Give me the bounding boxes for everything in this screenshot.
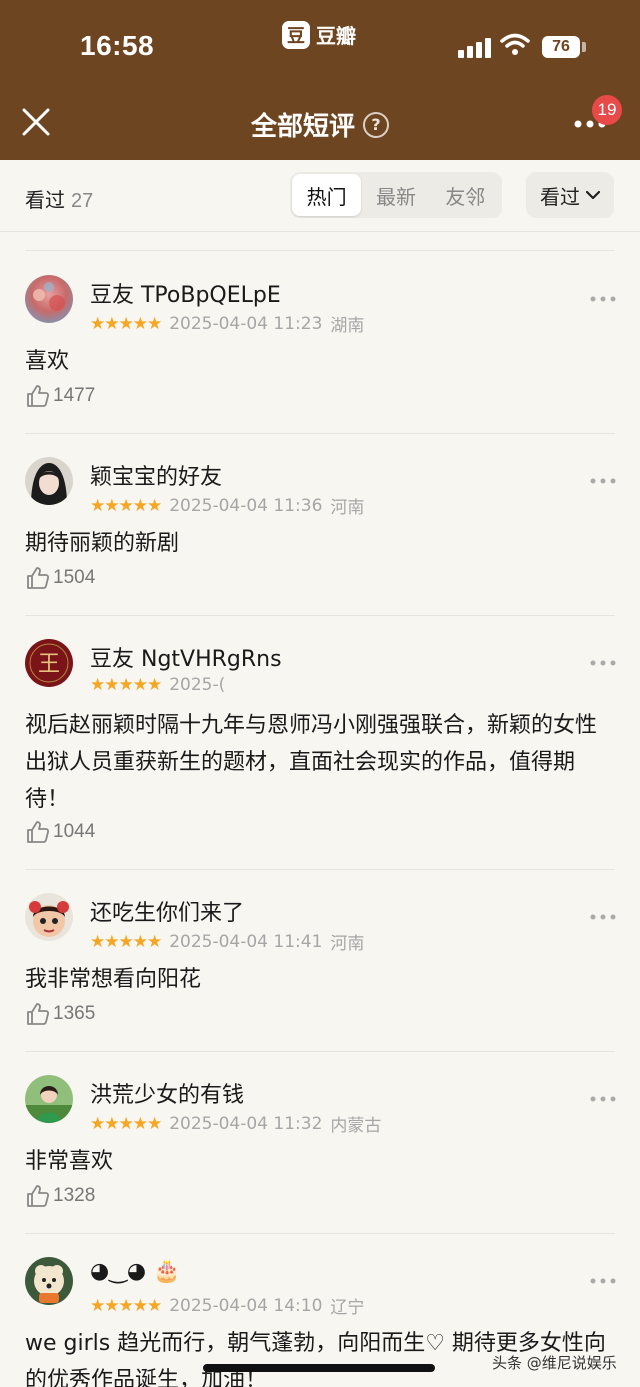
avatar[interactable] xyxy=(25,275,73,323)
like-button[interactable]: 1044 xyxy=(25,819,95,845)
home-indicator[interactable] xyxy=(203,1364,435,1372)
like-count: 1365 xyxy=(53,1003,96,1024)
tab-latest[interactable]: 最新 xyxy=(361,174,430,216)
comment-location: 辽宁 xyxy=(330,1298,365,1318)
like-count: 1044 xyxy=(53,821,96,842)
comment-item: 王 豆友 NgtVHRgRns ★★★★★ 2025-( 视后赵丽颖时隔十九年与… xyxy=(0,615,640,870)
more-icon[interactable] xyxy=(590,1277,616,1285)
username[interactable]: 还吃生你们来了 xyxy=(90,895,244,927)
comment-time: 2025-( xyxy=(169,675,226,695)
svg-text:王: 王 xyxy=(38,652,60,677)
top-bar: 16:58 豆 豆瓣 76 全部短评 ? 19 xyxy=(0,0,640,160)
like-button[interactable]: 1504 xyxy=(25,565,95,591)
question-circle-icon[interactable]: ? xyxy=(363,111,389,138)
comment-text: 我非常想看向阳花 xyxy=(25,967,202,992)
like-count: 1328 xyxy=(53,1185,96,1206)
more-icon[interactable] xyxy=(590,659,616,667)
tab-hot[interactable]: 热门 xyxy=(292,174,362,216)
status-dropdown-label: 看过 xyxy=(540,184,580,209)
username[interactable]: 豆友 NgtVHRgRns xyxy=(90,641,282,673)
app-name: 豆瓣 xyxy=(316,24,356,48)
rating-stars: ★★★★★ xyxy=(90,1295,162,1316)
comment-meta: ★★★★★ 2025-04-04 14:10 辽宁 xyxy=(90,1293,365,1319)
comment-location: 河南 xyxy=(330,498,365,518)
avatar[interactable] xyxy=(25,893,73,941)
comment-time: 2025-04-04 14:10 xyxy=(169,1295,323,1316)
thumbs-up-icon xyxy=(27,385,50,407)
comment-text: 非常喜欢 xyxy=(25,1149,114,1174)
username[interactable]: 豆友 TPoBpQELpE xyxy=(90,277,281,309)
like-count: 1504 xyxy=(53,567,96,588)
comment-item: 洪荒少女的有钱 ★★★★★ 2025-04-04 11:32 内蒙古 非常喜欢 … xyxy=(0,1051,640,1234)
more-icon[interactable] xyxy=(590,295,616,303)
like-button[interactable]: 1477 xyxy=(25,383,95,409)
more-icon[interactable] xyxy=(590,477,616,485)
rating-stars: ★★★★★ xyxy=(90,1113,162,1134)
more-icon[interactable] xyxy=(590,913,616,921)
comment-location: 内蒙古 xyxy=(330,1116,382,1136)
thumbs-up-icon xyxy=(27,567,50,589)
thumbs-up-icon xyxy=(27,1003,50,1025)
avatar[interactable] xyxy=(25,1257,73,1305)
comment-location: 湖南 xyxy=(330,316,365,336)
comment-meta: ★★★★★ 2025-04-04 11:41 河南 xyxy=(90,929,365,955)
filter-bar: 看过 27 热门 最新 友邻 看过 xyxy=(0,160,640,232)
avatar[interactable] xyxy=(25,457,73,505)
seen-count: 27 xyxy=(71,190,94,212)
comment-item: 颖宝宝的好友 ★★★★★ 2025-04-04 11:36 河南 期待丽颖的新剧… xyxy=(0,433,640,616)
douban-logo-icon: 豆 xyxy=(282,20,310,49)
comment-item: 豆友 TPoBpQELpE ★★★★★ 2025-04-04 11:23 湖南 … xyxy=(0,251,640,434)
like-button[interactable]: 1365 xyxy=(25,1001,95,1027)
more-icon[interactable] xyxy=(590,1095,616,1103)
comment-time: 2025-04-04 11:36 xyxy=(169,495,323,516)
comment-text: 期待丽颖的新剧 xyxy=(25,531,180,556)
page-title: 全部短评 xyxy=(250,112,355,142)
cellular-signal-icon xyxy=(458,38,491,58)
battery-tip xyxy=(582,42,586,52)
comment-meta: ★★★★★ 2025-04-04 11:36 河南 xyxy=(90,493,365,519)
wifi-icon xyxy=(500,33,530,55)
comment-time: 2025-04-04 11:32 xyxy=(169,1113,323,1134)
comment-text: 视后赵丽颖时隔十九年与恩师冯小刚强强联合，新颖的女性出狱人员重获新生的题材，直面… xyxy=(25,713,598,812)
seen-count-label: 看过 27 xyxy=(25,184,93,213)
page-title-row: 全部短评 ? xyxy=(0,106,640,143)
username[interactable]: 颖宝宝的好友 xyxy=(90,459,222,491)
comment-item: 还吃生你们来了 ★★★★★ 2025-04-04 11:41 河南 我非常想看向… xyxy=(0,869,640,1052)
comment-time: 2025-04-04 11:23 xyxy=(169,313,323,334)
comment-meta: ★★★★★ 2025-04-04 11:32 内蒙古 xyxy=(90,1111,382,1137)
like-button[interactable]: 1328 xyxy=(25,1183,95,1209)
status-time: 16:58 xyxy=(80,30,155,61)
comment-meta: ★★★★★ 2025-04-04 11:23 湖南 xyxy=(90,311,365,337)
username[interactable]: ◕‿◕ 🎂 xyxy=(90,1259,180,1284)
comment-location: 河南 xyxy=(330,934,365,954)
sort-segmented-control: 热门 最新 友邻 xyxy=(290,172,502,218)
rating-stars: ★★★★★ xyxy=(90,675,162,695)
status-dropdown[interactable]: 看过 xyxy=(526,172,614,218)
thumbs-up-icon xyxy=(27,821,50,843)
chevron-down-icon xyxy=(586,190,600,200)
comment-text: 喜欢 xyxy=(25,349,70,374)
avatar[interactable]: 王 xyxy=(25,639,73,687)
rating-stars: ★★★★★ xyxy=(90,495,162,516)
comment-time: 2025-04-04 11:41 xyxy=(169,931,323,952)
seen-label-text: 看过 xyxy=(25,188,65,212)
comment-meta: ★★★★★ 2025-( xyxy=(90,675,225,695)
username[interactable]: 洪荒少女的有钱 xyxy=(90,1077,244,1109)
watermark: 头条 @维尼说娱乐 xyxy=(492,1354,617,1372)
avatar[interactable] xyxy=(25,1075,73,1123)
notification-badge: 19 xyxy=(592,95,622,125)
rating-stars: ★★★★★ xyxy=(90,313,162,334)
back-to-app-pill[interactable]: 豆 豆瓣 xyxy=(282,20,356,49)
battery-indicator: 76 xyxy=(542,36,580,58)
thumbs-up-icon xyxy=(27,1185,50,1207)
tab-friends[interactable]: 友邻 xyxy=(431,174,500,216)
rating-stars: ★★★★★ xyxy=(90,931,162,952)
like-count: 1477 xyxy=(53,385,96,406)
